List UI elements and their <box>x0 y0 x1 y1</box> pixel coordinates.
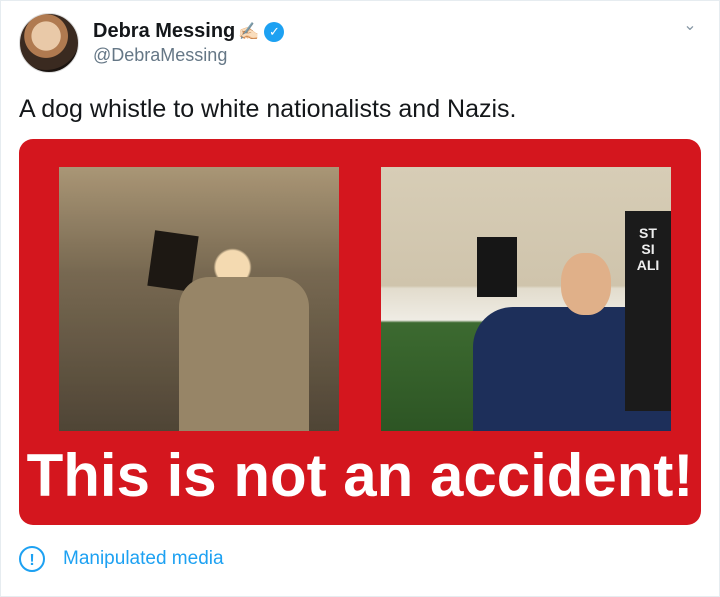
manipulated-media-link[interactable]: Manipulated media <box>63 548 224 570</box>
church-sign: ST SI ALI <box>625 211 671 411</box>
tweet-header: Debra Messing ✍🏻 ✓ @DebraMessing <box>19 13 285 73</box>
display-name-row[interactable]: Debra Messing ✍🏻 ✓ <box>93 20 285 43</box>
media-caption: This is not an accident! <box>26 442 694 509</box>
verified-badge-icon: ✓ <box>264 21 285 42</box>
exclamation-circle-icon: ! <box>19 546 45 572</box>
tweet-media-image[interactable]: ST SI ALI This is not an accident! <box>19 139 701 525</box>
user-handle[interactable]: @DebraMessing <box>93 45 284 66</box>
author-names: Debra Messing ✍🏻 ✓ @DebraMessing <box>93 20 285 66</box>
face-right <box>561 253 611 315</box>
tweet-text: A dog whistle to white nationalists and … <box>19 95 517 123</box>
tweet-card[interactable]: Debra Messing ✍🏻 ✓ @DebraMessing ⌄ A dog… <box>0 0 720 597</box>
book-right <box>477 237 517 297</box>
writing-hand-emoji-icon: ✍🏻 <box>238 21 260 41</box>
left-historical-photo <box>59 167 339 431</box>
right-photo: ST SI ALI <box>381 167 671 431</box>
figure-left <box>179 277 309 431</box>
chevron-down-icon[interactable]: ⌄ <box>679 15 701 37</box>
avatar[interactable] <box>19 13 79 73</box>
display-name[interactable]: Debra Messing <box>93 20 235 43</box>
manipulated-media-notice[interactable]: ! Manipulated media <box>19 546 224 572</box>
